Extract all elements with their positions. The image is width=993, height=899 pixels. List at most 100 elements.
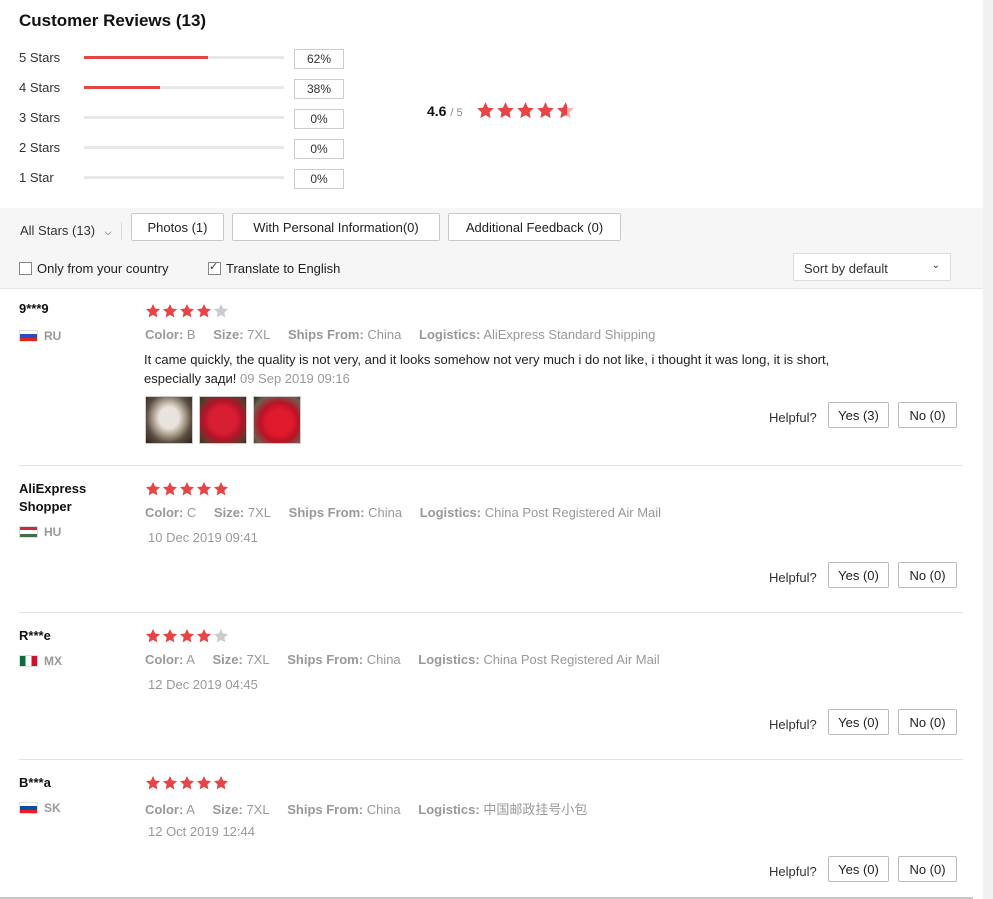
review-meta: Color: C Size: 7XL Ships From: China Log… (145, 505, 675, 520)
helpful-label: Helpful? (769, 410, 817, 425)
meta-key: Logistics: (418, 802, 480, 817)
star-icon (162, 775, 178, 791)
helpful-label: Helpful? (769, 864, 817, 879)
average-stars (476, 101, 575, 120)
distribution-bar (84, 56, 284, 59)
country-code: MX (44, 654, 62, 668)
helpful-yes-button[interactable]: Yes (0) (828, 709, 889, 735)
percent-badge: 62% (294, 49, 344, 69)
sort-select[interactable]: Sort by default ⌄ (793, 253, 951, 281)
star-row-label: 4 Stars (19, 80, 61, 95)
review-photo[interactable] (145, 396, 193, 444)
meta-key: Logistics: (418, 652, 480, 667)
meta-color: C (186, 505, 197, 520)
chevron-down-icon: ⌄ (931, 260, 940, 271)
additional-feedback-filter-button[interactable]: Additional Feedback (0) (448, 213, 621, 241)
distribution-bar (84, 146, 284, 149)
review-photo[interactable] (253, 396, 301, 444)
divider (121, 222, 122, 240)
distribution-bar (84, 86, 284, 89)
star-icon (196, 775, 212, 791)
meta-key: Color: (145, 652, 184, 667)
meta-logistics: China Post Registered Air Mail (483, 652, 660, 667)
review-date: 12 Oct 2019 12:44 (148, 824, 255, 839)
meta-size: 7XL (247, 327, 271, 342)
country-code: SK (44, 801, 61, 815)
meta-key: Size: (212, 802, 243, 817)
star-icon (196, 481, 212, 497)
average-value: 4.6 (427, 103, 447, 119)
meta-key: Color: (145, 802, 184, 817)
average-out-of: / 5 (450, 107, 463, 119)
star-row-5[interactable]: 5 Stars 62% (19, 49, 349, 69)
star-icon (179, 303, 195, 319)
distribution-bar (84, 116, 284, 119)
photos-filter-button[interactable]: Photos (1) (131, 213, 224, 241)
star-row-label: 1 Star (19, 170, 54, 185)
helpful-yes-button[interactable]: Yes (0) (828, 562, 889, 588)
meta-key: Color: (145, 505, 184, 520)
filter-bar: All Stars (13) ⌵ Photos (1) With Persona… (0, 208, 983, 289)
scrollbar[interactable] (983, 0, 993, 899)
all-stars-dropdown[interactable]: All Stars (13) ⌵ (20, 223, 112, 238)
reviewer-name: B***a (19, 775, 51, 790)
reviewer-name: AliExpress Shopper (19, 481, 87, 514)
reviewer-country: MX (19, 654, 62, 668)
review-photo[interactable] (199, 396, 247, 444)
star-row-label: 5 Stars (19, 50, 61, 65)
checkbox-box[interactable] (19, 262, 32, 275)
star-row-label: 2 Stars (19, 140, 61, 155)
meta-color: A (186, 802, 195, 817)
star-icon (476, 101, 495, 120)
review-date: 09 Sep 2019 09:16 (239, 371, 350, 386)
star-row-2[interactable]: 2 Stars 0% (19, 139, 349, 159)
sort-select-value: Sort by default (804, 261, 888, 276)
review-meta: Color: A Size: 7XL Ships From: China Log… (145, 799, 601, 818)
flag-mx-icon (19, 655, 38, 667)
meta-key: Size: (213, 505, 245, 520)
personal-info-filter-button[interactable]: With Personal Information(0) (232, 213, 440, 241)
star-row-1[interactable]: 1 Star 0% (19, 169, 349, 189)
meta-key: Logistics: (419, 505, 482, 520)
meta-key: Ships From: (287, 327, 364, 342)
only-country-checkbox[interactable]: Only from your country (19, 261, 169, 276)
percent-badge: 0% (294, 139, 344, 159)
helpful-label: Helpful? (769, 717, 817, 732)
star-icon (196, 628, 212, 644)
chevron-down-icon: ⌵ (104, 227, 112, 237)
reviews-panel: Customer Reviews (13) 5 Stars 62% 4 Star… (0, 0, 983, 899)
star-row-4[interactable]: 4 Stars 38% (19, 79, 349, 99)
meta-key: Size: (213, 327, 244, 342)
star-icon (516, 101, 535, 120)
helpful-no-button[interactable]: No (0) (898, 562, 957, 588)
meta-size: 7XL (247, 505, 272, 520)
reviewer-name: R***e (19, 628, 51, 643)
star-icon (145, 628, 161, 644)
star-icon (179, 775, 195, 791)
helpful-no-button[interactable]: No (0) (898, 709, 957, 735)
helpful-no-button[interactable]: No (0) (898, 402, 957, 428)
translate-checkbox[interactable]: Translate to English (208, 260, 340, 276)
review-stars (145, 628, 229, 644)
review-photos (145, 396, 301, 444)
helpful-no-button[interactable]: No (0) (898, 856, 957, 882)
meta-key: Size: (212, 652, 243, 667)
meta-key: Ships From: (287, 802, 364, 817)
meta-logistics: AliExpress Standard Shipping (483, 327, 656, 342)
review-meta: Color: B Size: 7XL Ships From: China Log… (145, 327, 669, 342)
review-item: R***e MX Color: A Size: 7XL Ships From: … (0, 613, 963, 760)
star-row-3[interactable]: 3 Stars 0% (19, 109, 349, 129)
meta-logistics: China Post Registered Air Mail (484, 505, 662, 520)
checkbox-box[interactable] (208, 260, 221, 275)
meta-color: A (186, 652, 195, 667)
helpful-yes-button[interactable]: Yes (0) (828, 856, 889, 882)
empty-star-icon (213, 628, 229, 644)
distribution-bar (84, 176, 284, 179)
review-date: 12 Dec 2019 04:45 (148, 677, 258, 692)
reviewer-country: HU (19, 525, 61, 539)
helpful-yes-button[interactable]: Yes (3) (828, 402, 889, 428)
star-row-label: 3 Stars (19, 110, 61, 125)
country-code: RU (44, 329, 62, 343)
star-icon (213, 481, 229, 497)
star-icon (179, 481, 195, 497)
